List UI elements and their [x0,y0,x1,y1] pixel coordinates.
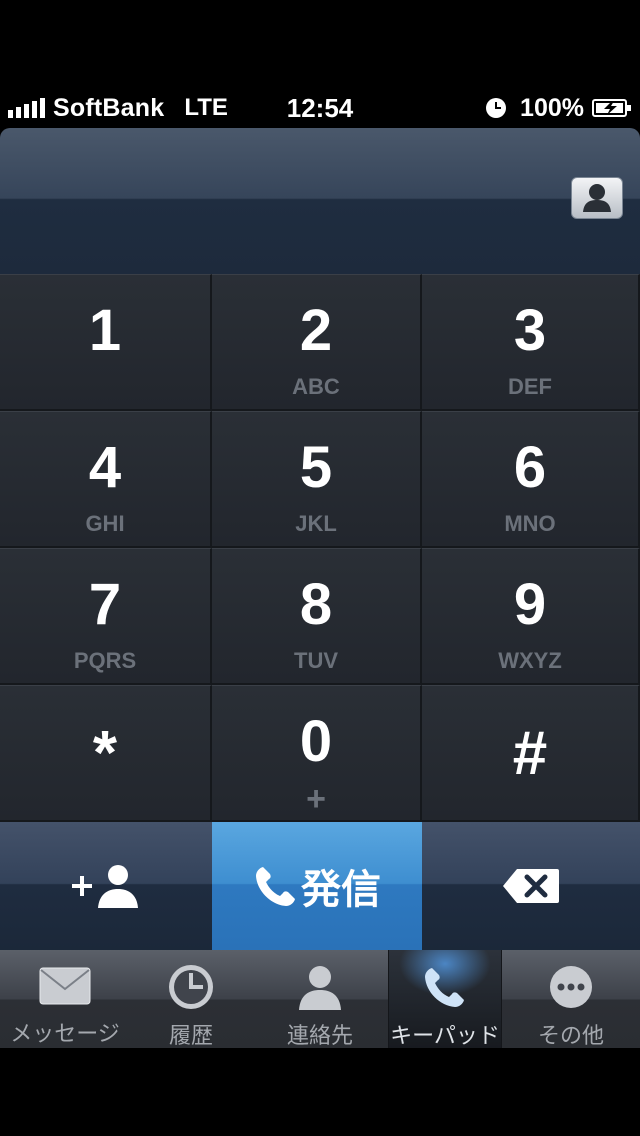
clock-icon [167,964,215,1010]
key-digit: # [512,719,548,788]
key-digit: 5 [299,435,333,500]
add-contact-button[interactable] [0,822,212,950]
key-8[interactable]: 8 TUV [212,548,422,685]
key-letters: DEF [508,374,552,399]
battery-charging-icon [592,98,632,118]
key-digit: 4 [88,435,122,500]
tab-label: キーパッド [390,1023,500,1048]
battery-percent: 100% [520,93,584,122]
keypad: 1 2 ABC 3 DEF 4 GHI 5 JKL 6 MNO 7 PQRS 8… [0,274,640,822]
key-digit: * [92,719,118,788]
tab-bar: メッセージ 履歴 連絡先 キーパッド その他 [0,950,640,1048]
key-0[interactable]: 0 + [212,685,422,822]
key-digit: 9 [513,572,547,637]
tab-label: メッセージ [10,1021,120,1046]
key-letters: MNO [504,511,556,536]
status-bar: SoftBank LTE 12:54 100% [0,88,640,128]
bottom-bezel [0,1048,640,1136]
tab-more[interactable]: その他 [502,950,640,1048]
tab-label: その他 [537,1023,604,1048]
delete-button[interactable] [422,822,640,950]
tab-label: 連絡先 [286,1023,353,1048]
key-letters: WXYZ [498,648,562,673]
key-letters: GHI [85,511,125,536]
key-digit: 1 [88,298,122,363]
key-digit: 7 [88,572,122,637]
key-letters: TUV [294,648,338,673]
key-digit: 6 [513,435,547,500]
key-digit: 8 [299,572,333,637]
key-digit: 0 [299,709,333,774]
key-plus: + [306,780,326,818]
key-3[interactable]: 3 DEF [422,274,640,411]
key-6[interactable]: 6 MNO [422,411,640,548]
key-4[interactable]: 4 GHI [0,411,212,548]
status-right: 100% [486,94,632,122]
phone-icon [422,964,468,1010]
call-button[interactable]: 発信 [212,822,422,950]
key-7[interactable]: 7 PQRS [0,548,212,685]
key-2[interactable]: 2 ABC [212,274,422,411]
number-display[interactable] [0,128,640,274]
key-letters: PQRS [73,648,137,673]
tab-contacts[interactable]: 連絡先 [252,950,388,1048]
key-hash[interactable]: # [422,685,640,822]
backspace-icon [503,869,559,903]
key-9[interactable]: 9 WXYZ [422,548,640,685]
key-digit: 2 [299,298,333,363]
key-letters: JKL [295,511,337,536]
tab-keypad[interactable]: キーパッド [388,950,502,1048]
tab-history[interactable]: 履歴 [130,950,252,1048]
key-star[interactable]: * [0,685,212,822]
person-icon [583,184,611,212]
key-5[interactable]: 5 JKL [212,411,422,548]
key-letters: ABC [292,374,340,399]
tab-messages[interactable]: メッセージ [0,950,130,1048]
action-row: 発信 [0,822,640,950]
phone-icon [256,867,295,906]
key-digit: 3 [513,298,547,363]
call-label: 発信 [301,868,381,912]
tab-label: 履歴 [168,1023,213,1048]
key-1[interactable]: 1 [0,274,212,411]
add-person-icon [72,865,138,908]
envelope-icon [39,964,91,1008]
more-icon [548,964,594,1010]
alarm-icon [486,98,507,118]
contact-icon [296,964,344,1010]
contacts-button[interactable] [571,177,623,219]
